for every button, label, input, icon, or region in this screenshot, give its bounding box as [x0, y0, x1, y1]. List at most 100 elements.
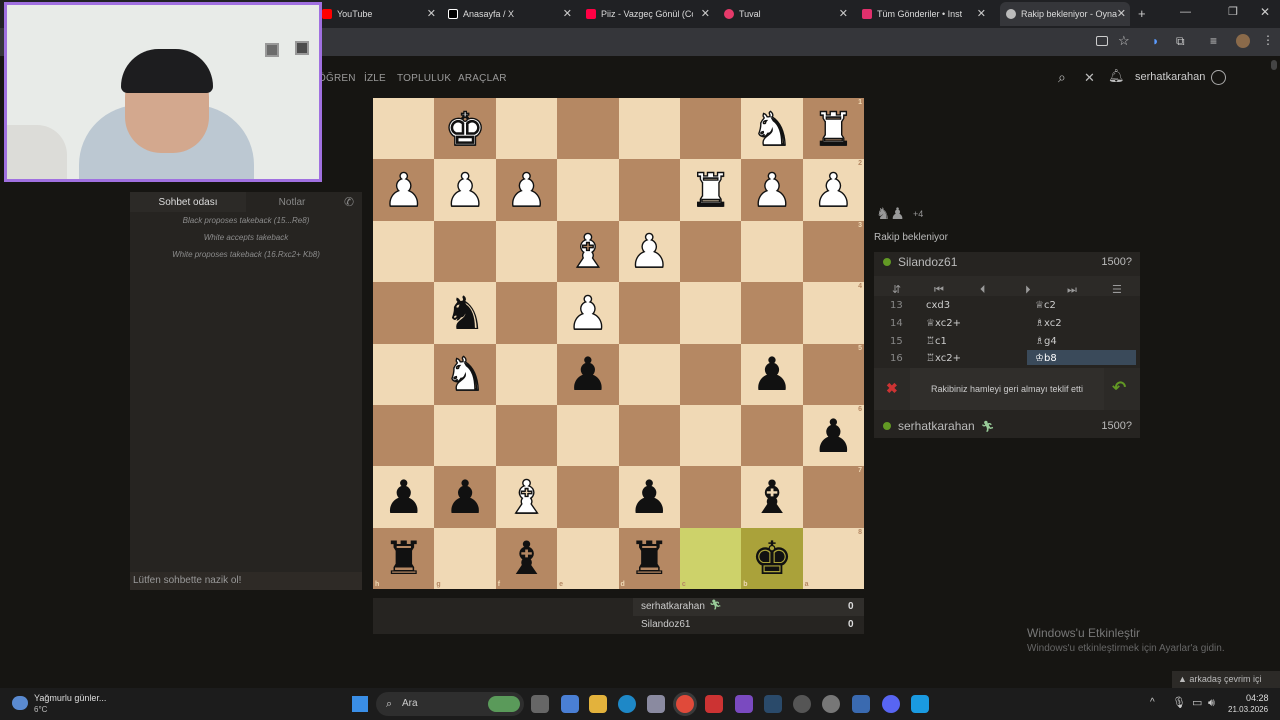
white-rook[interactable]: ♜ [812, 105, 855, 152]
close-window-icon[interactable]: ✕ [1260, 5, 1270, 19]
first-move-icon[interactable]: ⏮ [934, 283, 944, 297]
square-e2[interactable] [557, 159, 619, 221]
square-a2[interactable]: ♟ 2 [802, 159, 864, 221]
close-tab-icon[interactable]: ✕ [977, 7, 986, 20]
install-app-icon[interactable] [1096, 36, 1108, 46]
extension-icon[interactable]: ◗ [1152, 34, 1159, 48]
square-d8[interactable]: ♜ d [618, 527, 680, 589]
clock-date[interactable]: 21.03.2026 [1228, 705, 1268, 714]
square-c3[interactable] [679, 220, 742, 283]
square-a4[interactable]: 4 [802, 282, 864, 344]
square-e3[interactable]: ♝ [557, 220, 619, 283]
white-pawn[interactable]: ♟ [505, 166, 548, 213]
square-h7[interactable]: ♟ [373, 466, 435, 528]
move-white[interactable]: cxd3 [926, 300, 950, 311]
file-explorer-icon[interactable] [589, 695, 607, 713]
white-pawn[interactable]: ♟ [628, 228, 671, 275]
opponent-name[interactable]: Silandoz61 [898, 255, 957, 269]
square-a7[interactable]: 7 [802, 466, 864, 528]
square-d5[interactable] [618, 343, 680, 405]
menu-icon[interactable]: ⋮ [1262, 33, 1274, 47]
profile-avatar[interactable] [1236, 34, 1250, 48]
square-a5[interactable]: 5 [802, 343, 864, 405]
square-g5[interactable]: ♞ [434, 343, 496, 405]
close-tab-icon[interactable]: ✕ [563, 7, 572, 20]
square-b7[interactable]: ♝ [741, 466, 803, 528]
square-d3[interactable]: ♟ [618, 220, 680, 283]
square-h1[interactable] [373, 98, 435, 160]
square-e4[interactable]: ♟ [557, 282, 619, 344]
network-icon[interactable]: ▭ [1192, 696, 1202, 709]
white-rook[interactable]: ♜ [689, 166, 732, 213]
tab-tuval[interactable]: Tuval ✕ [724, 2, 852, 26]
tab-x[interactable]: Anasayfa / X ✕ [448, 2, 576, 26]
puzzle-icon[interactable]: ⧉ [1176, 34, 1185, 49]
search-icon[interactable]: ⌕ [1058, 70, 1066, 86]
nav-username[interactable]: serhatkarahan [1135, 71, 1205, 83]
copilot-icon[interactable] [561, 695, 579, 713]
clock-time[interactable]: 04:28 [1246, 693, 1269, 703]
square-c2[interactable]: ♜ [679, 159, 742, 221]
square-e7[interactable] [557, 466, 619, 528]
square-b3[interactable] [741, 220, 803, 283]
square-c8[interactable]: c [679, 527, 742, 589]
square-b5[interactable]: ♟ [741, 343, 803, 405]
square-e8[interactable]: e [557, 527, 619, 589]
black-bishop[interactable]: ♝ [751, 474, 792, 520]
square-e5[interactable]: ♟ [557, 343, 619, 405]
square-c1[interactable] [679, 98, 742, 160]
square-a3[interactable]: 3 [802, 220, 864, 283]
square-g7[interactable]: ♟ [434, 466, 496, 528]
chessboard[interactable]: ♚ ♞ ♜ 1 ♟ ♟ ♟ ♜ ♟ ♟ 2 ♝ ♟ 3 ♞ ♟ 4 ♞ ♟ ♟ 5 ♟ 6 ♟ ♟ ♝ ♟ ♝ 7 ♜ h g ♝ f e ♜ d c ♚ b… [373, 98, 864, 589]
white-pawn[interactable]: ♟ [444, 166, 487, 213]
microphone-icon[interactable]: 🎙︎ [1172, 696, 1186, 709]
move-black[interactable]: ♗g4 [1035, 336, 1057, 347]
square-a1[interactable]: ♜ 1 [802, 98, 864, 160]
white-bishop[interactable]: ♝ [505, 473, 548, 520]
nav-tools[interactable]: ARAÇLAR [458, 73, 507, 84]
move-white[interactable]: ♕xc2+ [926, 318, 961, 329]
black-pawn[interactable]: ♟ [629, 474, 670, 520]
app-icon[interactable] [852, 695, 870, 713]
close-tab-icon[interactable]: ✕ [839, 7, 848, 20]
black-rook[interactable]: ♜ [383, 535, 424, 581]
player-name[interactable]: serhatkarahan [898, 419, 975, 433]
black-knight[interactable]: ♞ [444, 290, 485, 336]
nav-community[interactable]: TOPLULUK [397, 73, 451, 84]
black-king[interactable]: ♚ [751, 535, 792, 581]
white-king[interactable]: ♚ [444, 105, 487, 152]
app-icon[interactable] [735, 695, 753, 713]
square-b6[interactable] [741, 404, 803, 467]
last-move-icon[interactable]: ⏭ [1067, 283, 1077, 297]
tab-notes[interactable]: Notlar [246, 192, 338, 212]
tab-youtube-music[interactable]: Piiz - Vazgeç Gönül (Cove✕ [586, 2, 714, 26]
white-bishop[interactable]: ♝ [566, 228, 609, 275]
square-d7[interactable]: ♟ [618, 466, 680, 528]
square-a8[interactable]: 8a [802, 527, 864, 589]
next-move-icon[interactable]: ⏵ [1025, 283, 1031, 297]
square-c7[interactable] [679, 466, 742, 528]
square-f8[interactable]: ♝ f [495, 527, 558, 589]
black-pawn[interactable]: ♟ [813, 413, 854, 459]
close-icon[interactable]: ✕ [1084, 70, 1095, 86]
square-b2[interactable]: ♟ [741, 159, 803, 221]
task-view-icon[interactable] [531, 695, 549, 713]
square-h5[interactable] [373, 343, 435, 405]
app-icon[interactable] [793, 695, 811, 713]
square-e6[interactable] [557, 404, 619, 467]
square-g4[interactable]: ♞ [434, 282, 496, 344]
weather-title[interactable]: Yağmurlu günler... [34, 693, 106, 703]
square-f2[interactable]: ♟ [495, 159, 558, 221]
close-tab-icon[interactable]: ✕ [1117, 7, 1126, 20]
move-black[interactable]: ♗xc2 [1035, 318, 1062, 329]
discord-icon[interactable] [882, 695, 900, 713]
square-f6[interactable] [495, 404, 558, 467]
square-g3[interactable] [434, 220, 496, 283]
volume-icon[interactable]: 🔊︎ [1208, 696, 1215, 710]
bookmark-star-icon[interactable]: ☆ [1118, 33, 1130, 49]
square-c4[interactable] [679, 282, 742, 344]
square-f5[interactable] [495, 343, 558, 405]
nav-learn[interactable]: ÖĞREN [318, 73, 356, 84]
friends-online-bar[interactable]: ▲ arkadaş çevrim içi [1172, 671, 1280, 688]
black-rook[interactable]: ♜ [629, 535, 670, 581]
